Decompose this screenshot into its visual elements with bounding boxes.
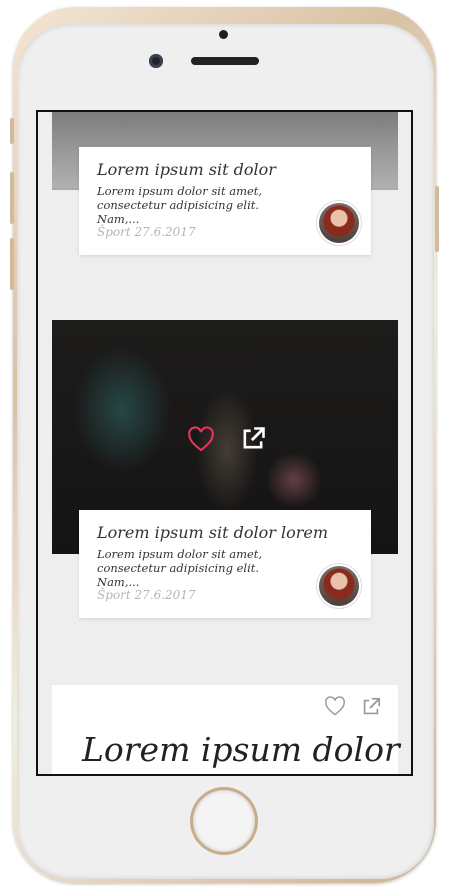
volume-up-button (10, 172, 14, 224)
screen: Lorem ipsum sit dolor Lorem ipsum dolor … (36, 110, 413, 776)
article-card-2[interactable]: Lorem ipsum sit dolor lorem Lorem ipsum … (79, 510, 371, 618)
external-link-icon[interactable] (238, 424, 268, 454)
card-title[interactable]: Lorem ipsum sit dolor (97, 160, 276, 179)
card-actions (324, 696, 382, 722)
author-avatar[interactable] (319, 203, 359, 243)
image-actions (186, 424, 268, 454)
heart-icon[interactable] (324, 696, 346, 722)
card-meta: Šport 27.6.2017 (97, 225, 196, 239)
proximity-sensor (219, 30, 228, 39)
card-meta: Šport 27.6.2017 (97, 588, 196, 602)
author-avatar[interactable] (319, 566, 359, 606)
heart-icon[interactable] (186, 424, 216, 454)
external-link-icon[interactable] (360, 696, 382, 722)
earpiece-speaker (191, 57, 259, 65)
card-excerpt: Lorem ipsum dolor sit amet, consectetur … (97, 547, 263, 589)
front-camera (149, 54, 163, 68)
home-button[interactable] (193, 790, 255, 852)
card-title[interactable]: Lorem ipsum sit dolor lorem (97, 523, 328, 542)
power-button (435, 186, 439, 252)
mute-switch (10, 118, 14, 144)
card-excerpt: Lorem ipsum dolor sit amet, consectetur … (97, 184, 263, 226)
article-card-1[interactable]: Lorem ipsum sit dolor Lorem ipsum dolor … (79, 147, 371, 255)
volume-down-button (10, 238, 14, 290)
card-title[interactable]: Lorem ipsum dolor (82, 730, 400, 769)
article-card-3[interactable]: Lorem ipsum dolor (52, 685, 400, 774)
